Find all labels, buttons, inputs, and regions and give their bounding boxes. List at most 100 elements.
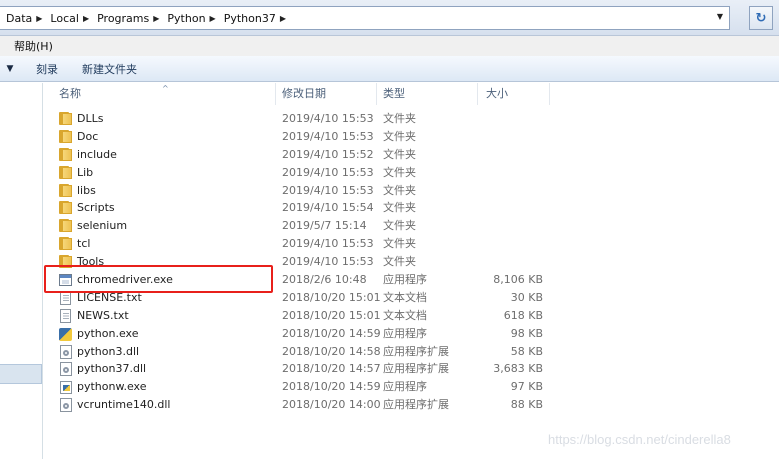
text-file-icon xyxy=(59,290,73,305)
breadcrumb-item-data[interactable]: Data ▶ xyxy=(2,7,46,29)
file-date: 2018/10/20 14:58 xyxy=(282,344,381,358)
chevron-right-icon[interactable]: ▶ xyxy=(36,14,42,23)
file-name: Scripts xyxy=(77,201,115,215)
burn-button[interactable]: 刻录 xyxy=(28,61,66,77)
refresh-button[interactable]: ↻ xyxy=(749,6,773,30)
chevron-down-icon[interactable]: ▼ xyxy=(0,64,20,74)
breadcrumb-item-python37[interactable]: Python37 ▶ xyxy=(220,7,290,29)
file-date: 2019/4/10 15:53 xyxy=(282,255,374,269)
file-list: DLLs 2019/4/10 15:53 文件夹 Doc 2019/4/10 1… xyxy=(44,110,779,414)
file-date: 2019/4/10 15:54 xyxy=(282,201,374,215)
file-size xyxy=(484,164,543,182)
column-header-label: 大小 xyxy=(486,87,508,100)
file-size: 98 KB xyxy=(510,326,543,340)
file-name: tcl xyxy=(77,237,91,251)
folder-icon xyxy=(59,237,73,251)
file-name: python37.dll xyxy=(77,362,147,376)
column-header-label: 名称 xyxy=(59,87,81,100)
breadcrumb-label: Local xyxy=(50,11,79,25)
folder-icon xyxy=(59,147,73,162)
column-header-name[interactable]: 名称 ^ xyxy=(44,83,276,105)
sort-ascending-icon: ^ xyxy=(162,84,169,93)
file-name: python.exe xyxy=(77,326,139,340)
file-row[interactable]: selenium 2019/5/7 15:14 文件夹 xyxy=(44,217,779,235)
column-header-size[interactable]: 大小 xyxy=(478,83,550,105)
file-row[interactable]: python.exe 2018/10/20 14:59 应用程序 98 KB xyxy=(44,325,779,343)
column-header-date[interactable]: 修改日期 xyxy=(276,83,377,105)
dll-icon xyxy=(59,398,73,413)
file-name: include xyxy=(77,147,117,161)
file-name: Doc xyxy=(77,129,99,143)
file-type: 应用程序扩展 xyxy=(383,344,449,358)
file-size xyxy=(484,182,543,200)
file-row[interactable]: libs 2019/4/10 15:53 文件夹 xyxy=(44,182,779,200)
breadcrumb[interactable]: Data ▶ Local ▶ Programs ▶ Python ▶ Pytho… xyxy=(0,6,730,30)
file-size xyxy=(484,235,543,253)
file-size: 8,106 KB xyxy=(493,273,543,287)
file-row[interactable]: pythonw.exe 2018/10/20 14:59 应用程序 97 KB xyxy=(44,378,779,396)
file-name: Lib xyxy=(77,165,94,179)
file-row[interactable]: NEWS.txt 2018/10/20 15:01 文本文档 618 KB xyxy=(44,307,779,325)
file-type: 文件夹 xyxy=(383,129,416,143)
file-row[interactable]: vcruntime140.dll 2018/10/20 14:00 应用程序扩展… xyxy=(44,396,779,414)
file-size: 618 KB xyxy=(503,308,543,322)
file-row[interactable]: Scripts 2019/4/10 15:54 文件夹 xyxy=(44,199,779,217)
breadcrumb-label: Python xyxy=(167,11,206,25)
folder-icon xyxy=(59,112,73,126)
column-header-type[interactable]: 类型 xyxy=(377,83,478,105)
file-name: selenium xyxy=(77,219,128,233)
file-date: 2018/10/20 14:00 xyxy=(282,398,381,412)
menu-item-help[interactable]: 帮助(H) xyxy=(8,38,59,54)
file-size xyxy=(484,253,543,271)
python-icon xyxy=(59,327,73,341)
watermark-text: https://blog.csdn.net/cinderella8 xyxy=(548,432,731,447)
file-date: 2019/4/10 15:53 xyxy=(282,237,374,251)
file-name: pythonw.exe xyxy=(77,380,147,394)
chevron-right-icon[interactable]: ▶ xyxy=(280,14,286,23)
refresh-icon: ↻ xyxy=(755,10,767,26)
file-type: 文件夹 xyxy=(383,147,416,161)
new-folder-button[interactable]: 新建文件夹 xyxy=(74,61,145,77)
text-file-icon xyxy=(59,308,73,323)
folder-icon xyxy=(59,201,73,215)
file-size xyxy=(484,110,543,128)
file-row[interactable]: python3.dll 2018/10/20 14:58 应用程序扩展 58 K… xyxy=(44,343,779,361)
file-row[interactable]: include 2019/4/10 15:52 文件夹 xyxy=(44,146,779,164)
file-type: 应用程序 xyxy=(383,380,427,394)
file-name: vcruntime140.dll xyxy=(77,398,171,412)
file-row[interactable]: Doc 2019/4/10 15:53 文件夹 xyxy=(44,128,779,146)
chevron-right-icon[interactable]: ▶ xyxy=(153,14,159,23)
file-size: 97 KB xyxy=(510,380,543,394)
breadcrumb-item-python[interactable]: Python ▶ xyxy=(163,7,219,29)
breadcrumb-item-programs[interactable]: Programs ▶ xyxy=(93,7,163,29)
nav-selected-item[interactable] xyxy=(0,364,42,384)
folder-icon xyxy=(59,129,73,144)
file-date: 2018/2/6 10:48 xyxy=(282,273,367,287)
breadcrumb-label: Python37 xyxy=(223,11,276,25)
file-name: NEWS.txt xyxy=(77,308,129,322)
file-date: 2019/4/10 15:52 xyxy=(282,147,374,161)
file-type: 应用程序 xyxy=(383,273,427,287)
file-type: 文件夹 xyxy=(383,183,416,197)
file-date: 2019/4/10 15:53 xyxy=(282,129,374,143)
command-toolbar: ▼ 刻录 新建文件夹 xyxy=(0,56,779,82)
file-row[interactable]: python37.dll 2018/10/20 14:57 应用程序扩展 3,6… xyxy=(44,360,779,378)
file-row[interactable]: DLLs 2019/4/10 15:53 文件夹 xyxy=(44,110,779,128)
file-name: libs xyxy=(77,183,96,197)
navigation-pane[interactable] xyxy=(0,83,43,459)
chevron-down-icon[interactable]: ▼ xyxy=(717,12,723,21)
file-date: 2018/10/20 15:01 xyxy=(282,290,381,304)
file-row[interactable]: tcl 2019/4/10 15:53 文件夹 xyxy=(44,235,779,253)
breadcrumb-label: Data xyxy=(6,11,33,25)
file-size xyxy=(484,199,543,217)
breadcrumb-item-local[interactable]: Local ▶ xyxy=(46,7,93,29)
chevron-right-icon[interactable]: ▶ xyxy=(210,14,216,23)
file-date: 2018/10/20 14:57 xyxy=(282,362,381,376)
file-size: 88 KB xyxy=(510,398,543,412)
chevron-right-icon[interactable]: ▶ xyxy=(83,14,89,23)
file-type: 应用程序扩展 xyxy=(383,398,449,412)
file-date: 2019/4/10 15:53 xyxy=(282,165,374,179)
file-row[interactable]: Lib 2019/4/10 15:53 文件夹 xyxy=(44,164,779,182)
file-date: 2018/10/20 14:59 xyxy=(282,326,381,340)
file-type: 文件夹 xyxy=(383,237,416,251)
